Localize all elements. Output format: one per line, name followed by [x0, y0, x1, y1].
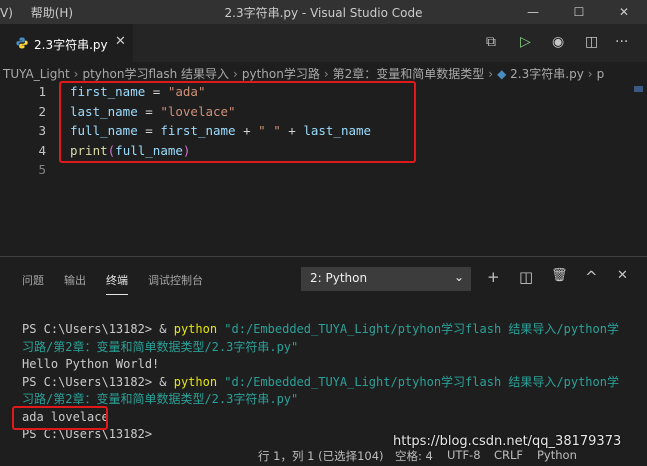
open-preview-icon[interactable]: ⧉	[486, 34, 496, 50]
scrollbar-marker[interactable]	[634, 86, 643, 92]
terminal-line: PS C:\Users\13182> & python "d:/Embedded…	[22, 374, 632, 392]
chevron-right-icon: ›	[323, 67, 329, 81]
terminal-line: 习路/第2章：变量和简单数据类型/2.3字符串.py"	[22, 392, 299, 406]
compare-icon[interactable]: ◉	[552, 34, 564, 50]
tab-terminal[interactable]: 终端	[106, 272, 128, 295]
chevron-right-icon: ›	[488, 67, 494, 81]
line-number: 4	[38, 142, 46, 158]
python-file-icon	[16, 37, 28, 49]
tab-problems[interactable]: 问题	[22, 272, 44, 288]
language-mode[interactable]: Python	[537, 448, 577, 462]
new-terminal-icon[interactable]: +	[487, 268, 500, 286]
terminal-line: Hello Python World!	[22, 357, 160, 371]
close-panel-icon[interactable]: ✕	[617, 268, 628, 283]
chevron-right-icon: ›	[73, 67, 79, 81]
indentation-setting[interactable]: 空格: 4	[395, 448, 433, 464]
cursor-position[interactable]: 行 1，列 1 (已选择104)	[258, 448, 384, 464]
chevron-right-icon: ›	[233, 67, 238, 81]
line-number: 3	[38, 123, 46, 138]
split-terminal-icon[interactable]: ◫	[519, 268, 533, 286]
terminal-command: python	[173, 374, 218, 389]
line-number: 1	[38, 84, 46, 99]
terminal-line: 习路/第2章：变量和简单数据类型/2.3字符串.py"	[22, 339, 299, 354]
breadcrumb-item[interactable]: 第2章：变量和简单数据类型	[333, 67, 485, 81]
title-bar: V) 帮助(H) 2.3字符串.py - Visual Studio Code …	[0, 0, 647, 24]
line-ending[interactable]: CRLF	[494, 448, 523, 462]
highlight-box	[12, 406, 108, 430]
terminal-prompt: PS C:\Users\13182> &	[22, 374, 174, 389]
breadcrumb-item[interactable]: ptyhon学习flash 结果导入	[82, 67, 229, 81]
close-window-button[interactable]: ✕	[601, 0, 647, 24]
tab-output[interactable]: 输出	[64, 272, 86, 288]
line-number: 2	[38, 103, 46, 119]
terminal-output[interactable]: PS C:\Users\13182> & python "d:/Embedded…	[22, 321, 632, 444]
tab-close-icon[interactable]: ✕	[115, 34, 126, 49]
terminal-path: "d:/Embedded_TUYA_Light/ptyhon学习flash 结果…	[217, 374, 619, 389]
terminal-command: python	[173, 322, 218, 336]
editor-tab-bar: 2.3字符串.py ✕ ⧉ ▷ ◉ ◫ ···	[0, 24, 647, 62]
breadcrumb-item[interactable]: TUYA_Light	[3, 67, 70, 81]
more-actions-icon[interactable]: ···	[615, 34, 628, 50]
encoding[interactable]: UTF-8	[447, 448, 481, 462]
terminal-select[interactable]: 2: Python ⌄	[301, 267, 471, 291]
maximize-button[interactable]: ☐	[556, 0, 602, 24]
terminal-path: "d:/Embedded_TUYA_Light/ptyhon学习flash 结果…	[217, 322, 619, 336]
terminal-select-value: 2: Python	[310, 271, 368, 285]
highlight-box	[59, 81, 416, 163]
run-icon[interactable]: ▷	[520, 34, 531, 50]
tab-label: 2.3字符串.py	[34, 38, 108, 52]
maximize-panel-icon[interactable]: ^	[585, 268, 598, 286]
python-file-icon: ◆	[497, 67, 507, 81]
terminal-line: ada lovelace	[22, 409, 109, 424]
minimize-button[interactable]: —	[510, 0, 556, 24]
split-editor-icon[interactable]: ◫	[585, 34, 598, 50]
watermark: https://blog.csdn.net/qq_38179373	[393, 434, 622, 449]
breadcrumb-item[interactable]: p	[597, 67, 605, 81]
trash-icon[interactable]: 🗑	[551, 268, 568, 283]
terminal-line: PS C:\Users\13182> & python "d:/Embedded…	[22, 321, 632, 339]
chevron-down-icon: ⌄	[453, 270, 464, 284]
code-editor[interactable]: 1 2 3 4 5 first_name = "ada" last_name =…	[0, 81, 647, 256]
breadcrumb-item[interactable]: 2.3字符串.py	[510, 67, 584, 81]
breadcrumb-item[interactable]: python学习路	[242, 67, 320, 81]
tab-debug-console[interactable]: 调试控制台	[148, 272, 203, 288]
line-number: 5	[38, 162, 46, 177]
tab-2-3-py[interactable]: 2.3字符串.py ✕	[0, 24, 133, 62]
terminal-prompt: PS C:\Users\13182> &	[22, 322, 174, 336]
chevron-right-icon: ›	[587, 67, 593, 81]
